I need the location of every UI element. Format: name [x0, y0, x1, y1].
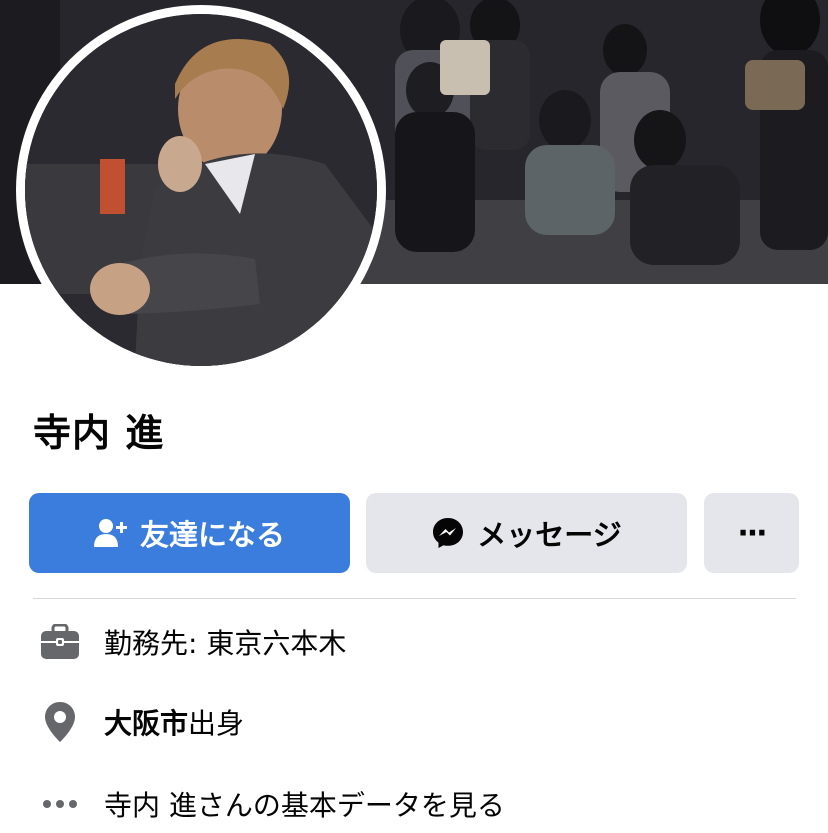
briefcase-icon [40, 624, 80, 660]
message-label: メッセージ [477, 518, 622, 552]
ellipsis-icon [40, 799, 80, 809]
see-about-text[interactable]: 寺内 進さんの基本データを見る [104, 784, 505, 824]
work-info-row: 勤務先: 東京六本木 [40, 618, 346, 666]
message-button[interactable]: メッセージ [366, 493, 687, 573]
location-pin-icon [40, 701, 80, 743]
hometown-city[interactable]: 大阪市 [104, 702, 188, 742]
divider [33, 598, 796, 599]
profile-name: 寺内 進 [33, 411, 165, 455]
work-text: 勤務先: 東京六本木 [104, 627, 347, 660]
add-friend-label: 友達になる [139, 518, 285, 552]
add-friend-button[interactable]: 友達になる [29, 493, 350, 573]
more-options-button[interactable]: ··· [704, 493, 799, 573]
hometown-info-row: 大阪市 出身 [40, 698, 244, 746]
messenger-icon [431, 516, 465, 550]
see-about-row[interactable]: 寺内 進さんの基本データを見る [40, 780, 505, 828]
add-friend-icon [93, 518, 128, 548]
profile-avatar[interactable] [16, 5, 386, 375]
profile-picture [25, 14, 377, 366]
more-icon: ··· [737, 515, 767, 551]
hometown-suffix: 出身 [188, 707, 245, 740]
